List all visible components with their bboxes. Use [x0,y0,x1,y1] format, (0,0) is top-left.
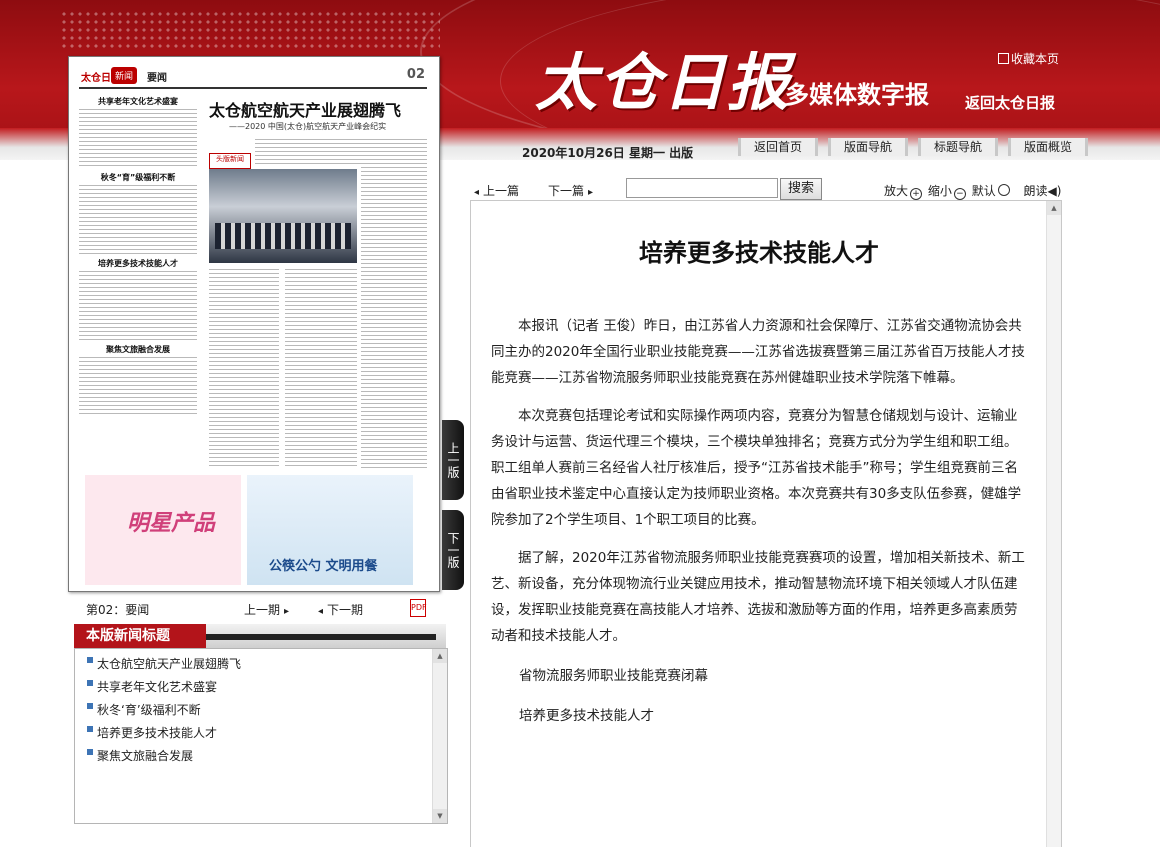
list-scrollbar[interactable]: ▲ ▼ [432,649,447,823]
next-issue-link[interactable]: 下一期 [318,601,363,618]
list-item[interactable]: 太仓航空航天产业展翅腾飞 [87,653,447,676]
list-item[interactable]: 培养更多技术技能人才 [87,722,447,745]
tab-page-overview[interactable]: 版面概览 [1008,138,1088,156]
page-section: 要闻 [147,73,167,84]
page-thumbnail[interactable]: 太仓日报 新闻 要闻 02 共享老年文化艺术盛宴 秋冬“育”级福利不断 培养更多… [68,56,440,592]
tab-page-nav[interactable]: 版面导航 [828,138,908,156]
scroll-up-icon[interactable]: ▲ [1047,201,1061,215]
scroll-down-icon[interactable]: ▼ [433,809,447,823]
current-page-label: 第02：要闻 [86,603,150,617]
bullet-icon [87,657,93,663]
zoom-out-label: 缩小 [927,184,952,198]
left-column: 共享老年文化艺术盛宴 秋冬“育”级福利不断 培养更多技术技能人才 聚焦文旅融合发… [79,93,197,485]
page-image[interactable]: 太仓日报 新闻 要闻 02 共享老年文化艺术盛宴 秋冬“育”级福利不断 培养更多… [79,65,427,585]
text-block [79,271,197,341]
headline-list-header: 本版新闻标题 [74,624,446,648]
article-title: 培养更多技术技能人才 [639,239,879,267]
ad-right-text: 公筷公勺 文明用餐 [269,559,378,574]
headline-link[interactable]: 培养更多技术技能人才 [97,726,217,740]
tab-title-nav[interactable]: 标题导航 [918,138,998,156]
text-block [361,139,427,469]
default-label: 默认 [971,184,996,198]
search-input[interactable] [626,178,778,198]
bullet-icon [87,726,93,732]
headline-link[interactable]: 聚焦文旅融合发展 [97,749,193,763]
bookmark-label: 收藏本页 [1011,52,1060,66]
list-item[interactable]: 共享老年文化艺术盛宴 [87,676,447,699]
logo-subtitle: 多媒体数字报 [785,81,929,109]
next-page-tab[interactable]: 下一版 [442,510,464,590]
bullet-icon [87,749,93,755]
thumb-headline[interactable]: 秋冬“育”级福利不断 [79,172,197,183]
plus-icon: + [910,188,923,200]
thumb-main-headline[interactable]: 太仓航空航天产业展翅腾飞 [209,97,401,121]
bullet-icon [87,703,93,709]
article-body: 本报讯（记者 王俊）昨日，由江苏省人力资源和社会保障厅、江苏省交通物流协会共同主… [491,313,1025,743]
page-tag: 新闻 [111,67,138,84]
page-switch-tabs: 上一版 下一版 [442,420,464,600]
issue-date: 2020年10月26日 星期一 出版 [522,146,694,160]
article-scrollbar[interactable]: ▲ [1046,201,1061,847]
text-block [79,185,197,255]
ad-left: 明星产品 [85,475,241,585]
thumb-headline[interactable]: 聚焦文旅融合发展 [79,344,197,355]
text-size-controls: 放大 + 缩小 − 默认 朗读◀︎) [884,182,1061,200]
list-item[interactable]: 聚焦文旅融合发展 [87,745,447,768]
headline-list-title: 本版新闻标题 [74,624,206,648]
text-block [79,357,197,417]
zoom-out-link[interactable]: 缩小 − [927,184,968,200]
thumb-headline[interactable]: 共享老年文化艺术盛宴 [79,96,197,107]
header-bar-decoration [206,634,436,640]
page-header: 太仓日报 新闻 要闻 02 [79,65,427,89]
back-to-site-link[interactable]: 返回太仓日报 [965,92,1055,113]
nav-tabs: 返回首页 版面导航 标题导航 版面概览 [738,138,1088,156]
text-block [285,269,357,469]
newspaper-logo[interactable]: 太仓日报 [535,32,791,122]
photo-people [215,223,351,249]
read-aloud-link[interactable]: 朗读◀︎) [1024,184,1062,198]
search-button[interactable]: 搜索 [780,178,822,200]
advertisement: 明星产品 公筷公勺 文明用餐 [85,475,415,585]
scroll-up-icon[interactable]: ▲ [433,649,447,663]
image-caption: 培养更多技术技能人才 [519,708,654,724]
thumb-headline[interactable]: 培养更多技术技能人才 [79,258,197,269]
zoom-in-link[interactable]: 放大 + [884,184,924,200]
article-toolbar: 上一篇 下一篇 搜索 放大+ 缩小− 默认 朗读◀︎) [470,178,1061,200]
ad-right: 公筷公勺 文明用餐 [247,475,413,585]
headline-list: 太仓航空航天产业展翅腾飞 共享老年文化艺术盛宴 秋冬‘育’级福利不断 培养更多技… [74,648,448,824]
circle-icon [997,184,1010,196]
next-article-link[interactable]: 下一篇 [548,182,593,199]
tab-home[interactable]: 返回首页 [738,138,818,156]
article-paragraph: 据了解，2020年江苏省物流服务师职业技能竞赛赛项的设置，增加相关新技术、新工艺… [491,550,1025,644]
minus-icon: − [953,188,966,200]
headline-link[interactable]: 共享老年文化艺术盛宴 [97,680,217,694]
prev-issue-link[interactable]: 上一期 [244,601,289,618]
masthead-dot-pattern [60,10,440,50]
news-photo [209,169,357,263]
list-item[interactable]: 秋冬‘育’级福利不断 [87,699,447,722]
headline-link[interactable]: 秋冬‘育’级福利不断 [97,703,201,717]
prev-page-tab[interactable]: 上一版 [442,420,464,500]
headline-link[interactable]: 太仓航空航天产业展翅腾飞 [97,657,241,671]
image-caption: 省物流服务师职业技能竞赛闭幕 [519,668,708,684]
text-block [79,109,197,169]
article-panel: 培养更多技术技能人才 本报讯（记者 王俊）昨日，由江苏省人力资源和社会保障厅、江… [470,200,1062,847]
issue-pager: 第02：要闻 上一期 下一期 PDF [86,599,436,618]
article-paragraph: 本次竞赛包括理论考试和实际操作两项内容，竞赛分为智慧仓储规划与设计、运输业务设计… [491,408,1022,528]
bookmark-icon [998,53,1009,64]
default-size-link[interactable]: 默认 [972,184,1012,198]
bookmark-link[interactable]: 收藏本页 [998,50,1059,67]
thumb-sub-headline: ——2020 中国(太仓)航空航天产业峰会纪实 [229,122,387,131]
text-block [209,269,279,469]
zoom-in-label: 放大 [884,184,909,198]
bullet-icon [87,680,93,686]
read-label: 朗读 [1023,184,1048,198]
pdf-icon[interactable]: PDF [410,599,427,617]
article-paragraph: 本报讯（记者 王俊）昨日，由江苏省人力资源和社会保障厅、江苏省交通物流协会共同主… [491,318,1025,386]
ad-left-text: 明星产品 [127,511,216,536]
prev-article-link[interactable]: 上一篇 [474,182,519,199]
speaker-icon: ◀︎) [1047,184,1062,198]
thumb-logo-box: 头版新闻 [209,153,251,169]
page-number: 02 [406,67,425,82]
